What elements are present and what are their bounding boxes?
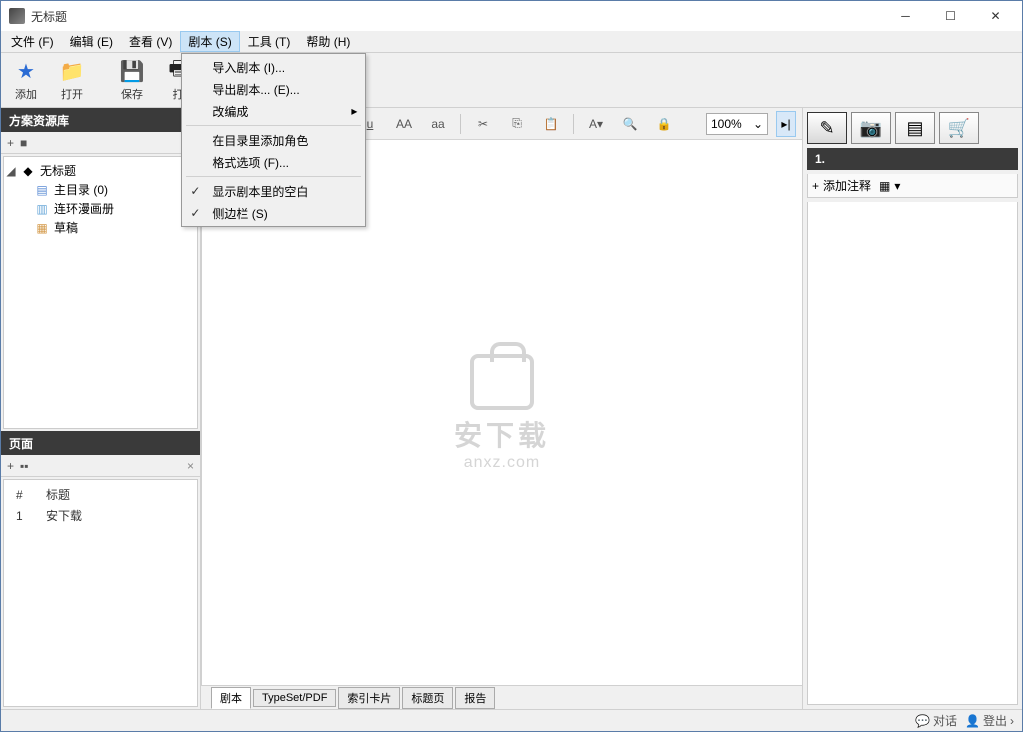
toggle-right-panel[interactable]: ▸| <box>776 111 796 137</box>
book-icon: ▥ <box>34 201 50 217</box>
main-toolbar: ★ 添加 📁 打开 💾 保存 🖶 打 <box>1 53 1022 108</box>
window-title: 无标题 <box>31 8 883 25</box>
lock-button[interactable]: 🔒 <box>648 111 680 137</box>
font-button[interactable]: A▾ <box>580 111 612 137</box>
project-panel-toolbar: + ■ × <box>1 132 200 154</box>
tab-report[interactable]: 报告 <box>455 687 495 709</box>
page-icon[interactable]: ▪▪ <box>20 459 29 473</box>
left-sidebar: 方案资源库 + ■ × ◢ ◆ 无标题 · ▤ 主目录 (0) · ▥ 连环漫画… <box>1 108 201 709</box>
page-tool[interactable]: ▤ <box>895 112 935 144</box>
cut-button[interactable]: ✂ <box>467 111 499 137</box>
right-tool-row: ✎ 📷 ▤ 🛒 <box>807 112 1018 144</box>
dd-export-script[interactable]: 导出剧本... (E)... <box>184 78 363 100</box>
add-icon[interactable]: + <box>812 179 819 193</box>
find-button[interactable]: 🔍 <box>614 111 646 137</box>
status-bar: 💬 对话 👤 登出 › <box>1 709 1022 731</box>
add-button[interactable]: ★ 添加 <box>5 56 47 104</box>
right-sub-toolbar: + 添加注释 ▦ ▾ <box>807 174 1018 198</box>
close-panel-icon[interactable]: × <box>187 459 194 473</box>
pen-tool[interactable]: ✎ <box>807 112 847 144</box>
cart-tool[interactable]: 🛒 <box>939 112 979 144</box>
menu-tools[interactable]: 工具 (T) <box>240 31 299 52</box>
add-icon[interactable]: + <box>7 459 14 473</box>
dd-separator <box>186 125 361 126</box>
check-icon: ✓ <box>190 184 200 198</box>
lowercase-button[interactable]: aa <box>422 111 454 137</box>
right-sidebar: ✎ 📷 ▤ 🛒 1. + 添加注释 ▦ ▾ <box>802 108 1022 709</box>
project-panel-header: 方案资源库 <box>1 108 200 132</box>
app-icon <box>9 8 25 24</box>
dd-recompile[interactable]: 改编成▸ <box>184 100 363 122</box>
tree-root[interactable]: ◢ ◆ 无标题 <box>6 161 195 180</box>
chevron-down-icon[interactable]: ▾ <box>894 179 900 193</box>
tab-title-page[interactable]: 标题页 <box>402 687 453 709</box>
right-canvas[interactable] <box>807 202 1018 705</box>
page-panel-toolbar: + ▪▪ × <box>1 455 200 477</box>
chevron-right-icon: ▸ <box>351 104 357 118</box>
main-area: 方案资源库 + ■ × ◢ ◆ 无标题 · ▤ 主目录 (0) · ▥ 连环漫画… <box>1 108 1022 709</box>
menu-edit[interactable]: 编辑 (E) <box>62 31 121 52</box>
diamond-icon: ◆ <box>20 163 36 179</box>
open-button[interactable]: 📁 打开 <box>51 56 93 104</box>
dd-sidebar[interactable]: ✓侧边栏 (S) <box>184 202 363 224</box>
title-bar: 无标题 ─ ☐ ✕ <box>1 1 1022 31</box>
minimize-button[interactable]: ─ <box>883 2 928 30</box>
tree-main-dir[interactable]: · ▤ 主目录 (0) <box>6 180 195 199</box>
menu-view[interactable]: 查看 (V) <box>121 31 180 52</box>
star-icon: ★ <box>13 58 39 84</box>
camera-tool[interactable]: 📷 <box>851 112 891 144</box>
dd-separator <box>186 176 361 177</box>
status-chat[interactable]: 💬 对话 <box>915 712 957 729</box>
dd-add-role[interactable]: 在目录里添加角色 <box>184 129 363 151</box>
draft-icon: ▦ <box>34 220 50 236</box>
doc-icon: ▤ <box>34 182 50 198</box>
menu-script[interactable]: 剧本 (S) 导入剧本 (I)... 导出剧本... (E)... 改编成▸ 在… <box>180 31 239 52</box>
tab-script[interactable]: 剧本 <box>211 687 251 709</box>
color-grid-icon[interactable]: ▦ <box>879 179 890 193</box>
page-row[interactable]: 1 安下载 <box>12 505 189 526</box>
menu-file[interactable]: 文件 (F) <box>3 31 62 52</box>
project-tree[interactable]: ◢ ◆ 无标题 · ▤ 主目录 (0) · ▥ 连环漫画册 · ▦ 草稿 <box>3 156 198 429</box>
status-logout[interactable]: 👤 登出 › <box>965 712 1014 729</box>
menu-script-label: 剧本 (S) <box>188 33 231 50</box>
dd-import-script[interactable]: 导入剧本 (I)... <box>184 56 363 78</box>
chat-icon: 💬 <box>915 714 930 728</box>
dd-format-options[interactable]: 格式选项 (F)... <box>184 151 363 173</box>
save-button[interactable]: 💾 保存 <box>111 56 153 104</box>
bottom-tabs: 剧本 TypeSet/PDF 索引卡片 标题页 报告 <box>201 685 802 709</box>
copy-button[interactable]: ⎘ <box>501 111 533 137</box>
tab-typeset[interactable]: TypeSet/PDF <box>253 689 336 707</box>
uppercase-button[interactable]: AA <box>388 111 420 137</box>
col-num: # <box>12 484 42 505</box>
tab-index[interactable]: 索引卡片 <box>338 687 400 709</box>
right-section-header: 1. <box>807 148 1018 170</box>
user-icon: 👤 <box>965 714 980 728</box>
close-button[interactable]: ✕ <box>973 2 1018 30</box>
folder-icon[interactable]: ■ <box>20 136 27 150</box>
add-note-label[interactable]: 添加注释 <box>823 177 871 194</box>
watermark: 安下载 anxz.com <box>454 354 550 472</box>
menu-bar: 文件 (F) 编辑 (E) 查看 (V) 剧本 (S) 导入剧本 (I)... … <box>1 31 1022 53</box>
disk-icon: 💾 <box>119 58 145 84</box>
chevron-down-icon: ⌄ <box>753 117 763 131</box>
tree-draft[interactable]: · ▦ 草稿 <box>6 218 195 237</box>
menu-help[interactable]: 帮助 (H) <box>298 31 358 52</box>
page-panel-header: 页面 <box>1 431 200 455</box>
zoom-select[interactable]: 100% ⌄ <box>706 113 768 135</box>
tree-comic[interactable]: · ▥ 连环漫画册 <box>6 199 195 218</box>
col-title: 标题 <box>42 484 189 505</box>
add-icon[interactable]: + <box>7 136 14 150</box>
page-list[interactable]: # 标题 1 安下载 <box>3 479 198 707</box>
dd-show-blank[interactable]: ✓显示剧本里的空白 <box>184 180 363 202</box>
chevron-right-icon: › <box>1010 714 1014 728</box>
page-header-row: # 标题 <box>12 484 189 505</box>
paste-button[interactable]: 📋 <box>535 111 567 137</box>
script-dropdown: 导入剧本 (I)... 导出剧本... (E)... 改编成▸ 在目录里添加角色… <box>181 53 366 227</box>
folder-icon: 📁 <box>59 58 85 84</box>
check-icon: ✓ <box>190 206 200 220</box>
collapse-icon[interactable]: ◢ <box>6 164 16 178</box>
bag-icon <box>470 354 534 410</box>
maximize-button[interactable]: ☐ <box>928 2 973 30</box>
